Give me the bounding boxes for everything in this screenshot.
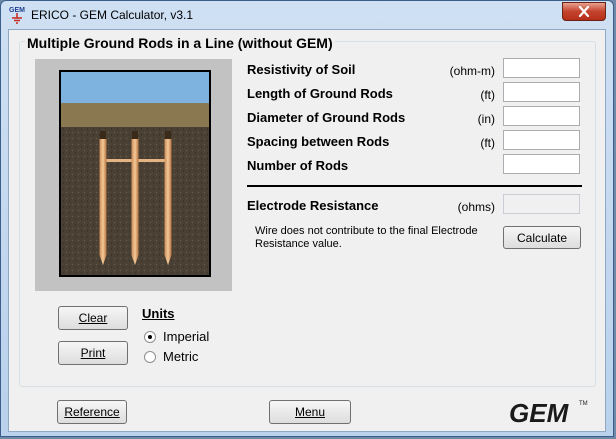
imperial-radio[interactable] [144, 330, 156, 343]
ground-rods-illustration [35, 59, 232, 291]
resistivity-label: Resistivity of Soil [247, 62, 356, 77]
rod-2 [131, 131, 139, 265]
metric-radio[interactable] [144, 350, 156, 363]
svg-text:GEM: GEM [509, 398, 570, 426]
rod-spacing-input[interactable] [503, 130, 580, 150]
wire-note: Wire does not contribute to the final El… [255, 225, 478, 250]
rod-length-unit: (ft) [480, 88, 495, 102]
clear-button[interactable]: Clear [58, 306, 128, 330]
group-title: Multiple Ground Rods in a Line (without … [25, 35, 335, 51]
rod-length-input[interactable] [503, 82, 580, 102]
rod-count-input[interactable] [503, 154, 580, 174]
client-area: Multiple Ground Rods in a Line (without … [8, 29, 606, 432]
rod-spacing-label: Spacing between Rods [247, 134, 390, 149]
window-title: ERICO - GEM Calculator, v3.1 [31, 8, 194, 22]
rod-length-label: Length of Ground Rods [247, 86, 393, 101]
electrode-resistance-unit: (ohms) [457, 200, 495, 214]
rod-diameter-unit: (in) [477, 112, 495, 126]
electrode-resistance-output [503, 194, 580, 214]
units-imperial-option[interactable]: Imperial [144, 329, 209, 344]
reference-button[interactable]: Reference [57, 400, 127, 424]
svg-text:GEM: GEM [9, 7, 25, 14]
close-icon [578, 6, 590, 17]
imperial-label: Imperial [163, 329, 210, 344]
rod-3 [164, 131, 172, 265]
app-window: GEM ERICO - GEM Calculator, v3.1 Multipl… [0, 0, 614, 437]
svg-text:TM: TM [579, 401, 588, 407]
rod-spacing-unit: (ft) [480, 136, 495, 150]
print-button[interactable]: Print [58, 341, 128, 365]
rod-diameter-label: Diameter of Ground Rods [247, 110, 406, 125]
rod-count-label: Number of Rods [247, 158, 349, 173]
rod-1 [99, 131, 107, 265]
units-metric-option[interactable]: Metric [144, 349, 198, 364]
separator [247, 185, 582, 187]
electrode-resistance-label: Electrode Resistance [247, 198, 379, 213]
title-bar[interactable]: GEM ERICO - GEM Calculator, v3.1 [1, 1, 613, 29]
resistivity-unit: (ohm-m) [449, 64, 495, 78]
calculate-button[interactable]: Calculate [503, 226, 581, 249]
gem-app-icon: GEM [9, 7, 25, 24]
units-title: Units [142, 306, 175, 321]
gem-logo: GEM TM [509, 398, 588, 426]
menu-button[interactable]: Menu [269, 400, 351, 424]
calculator-group: Multiple Ground Rods in a Line (without … [19, 35, 596, 387]
close-button[interactable] [562, 2, 606, 21]
resistivity-input[interactable] [503, 58, 580, 78]
metric-label: Metric [163, 349, 199, 364]
rod-diameter-input[interactable] [503, 106, 580, 126]
